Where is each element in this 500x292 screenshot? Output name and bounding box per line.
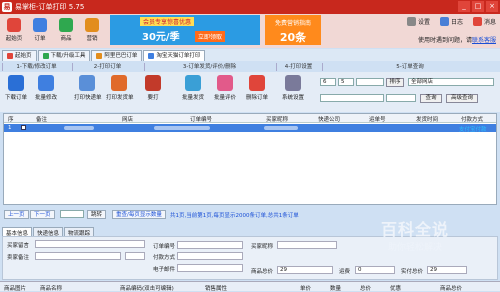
- filter-select-3[interactable]: [356, 78, 384, 86]
- orders-icon: [33, 18, 47, 32]
- batch-review-button[interactable]: 批量评价: [212, 75, 238, 101]
- log-icon: [439, 17, 449, 26]
- tab-download-tools[interactable]: 下载/升级工具: [37, 50, 91, 61]
- app-logo-icon: 易: [2, 2, 12, 12]
- col-index: 序: [8, 117, 14, 123]
- advanced-query-button[interactable]: 高级查询: [446, 94, 478, 103]
- col-order-no: 订单编号: [190, 117, 213, 123]
- claim-button[interactable]: 立即领取: [195, 31, 226, 42]
- promo-banner-coupon[interactable]: 会员专享惊喜优惠 30元/季 立即领取: [110, 15, 260, 45]
- jump-button[interactable]: 跳转: [87, 210, 107, 219]
- row-pay-method: 支付宝付款: [459, 127, 487, 133]
- watermark: 百科全说 助你轻松解决: [380, 220, 449, 253]
- print-express-button[interactable]: 打印快递单: [74, 75, 102, 101]
- edit-icon: [38, 75, 54, 91]
- col-shop: 网店: [122, 117, 134, 123]
- col-ship-time: 发货时间: [416, 117, 439, 123]
- to-print-button[interactable]: 要打: [140, 75, 166, 101]
- batch-ship-button[interactable]: 批量发货: [180, 75, 206, 101]
- pay-method-field[interactable]: [177, 252, 243, 260]
- home-icon: [7, 18, 21, 32]
- col-pay: 付款方式: [461, 117, 484, 123]
- settings-button[interactable]: 设置: [406, 17, 430, 26]
- tab-bar: 起始页 下载/升级工具 阿里巴巴订单 淘宝天猫订单打印: [0, 49, 500, 61]
- download-icon: [8, 75, 24, 91]
- heart-icon: [217, 75, 233, 91]
- filter-select-2[interactable]: 5: [338, 78, 354, 86]
- promo-banner-guide[interactable]: 免费营销指南 20条: [265, 15, 321, 45]
- page-input[interactable]: [60, 210, 84, 218]
- row-checkbox[interactable]: [21, 125, 26, 130]
- tab-home[interactable]: 起始页: [2, 50, 37, 61]
- contact-support-link[interactable]: 联系客服: [472, 37, 496, 44]
- col-buyer: 买家昵称: [266, 117, 289, 123]
- trash-icon: [249, 75, 265, 91]
- col-waybill: 运单号: [369, 117, 386, 123]
- group-print-settings: 4-打印设置: [276, 63, 320, 71]
- print-invoice-button[interactable]: 打印发货单: [106, 75, 134, 101]
- goods-total-field[interactable]: 29: [277, 266, 333, 274]
- show-all-button[interactable]: 重查/每页显示数量: [112, 210, 166, 219]
- delete-orders-button[interactable]: 删除订单: [244, 75, 270, 101]
- seller-note-field[interactable]: [35, 252, 121, 260]
- sort-button[interactable]: 排序: [386, 78, 404, 87]
- grid-header: 序 备注 网店 订单编号 买家昵称 快递公司 运单号 发货时间 付款方式: [4, 114, 496, 123]
- system-settings-button[interactable]: 系统设置: [280, 75, 306, 101]
- minimize-button[interactable]: _: [458, 1, 470, 12]
- message-icon: [472, 17, 482, 26]
- products-button[interactable]: 商品: [54, 16, 78, 46]
- help-line: 使用时遇到问题，请联系客服: [417, 37, 496, 44]
- marketing-icon: [85, 18, 99, 32]
- marketing-button[interactable]: 营销: [80, 16, 104, 46]
- gear-icon: [285, 75, 301, 91]
- buyer-nick-field[interactable]: [277, 241, 337, 249]
- group-download: 1-下载/修改订单: [2, 63, 70, 71]
- download-icon: [42, 53, 49, 59]
- title-bar: 易 易掌柜-订单打印 5.75 _ □ ×: [0, 0, 500, 14]
- tab-alibaba-orders[interactable]: 阿里巴巴订单: [91, 50, 143, 61]
- email-field[interactable]: [177, 264, 243, 272]
- printer-icon: [148, 53, 155, 59]
- page-info: 共1页,当前第1页,每页显示2000条订单,总共1条订单: [170, 213, 299, 219]
- invoice-icon: [111, 75, 127, 91]
- batch-edit-button[interactable]: 批量修改: [33, 75, 59, 101]
- filter-select-1[interactable]: 6: [320, 78, 336, 86]
- orders-button[interactable]: 订单: [28, 16, 52, 46]
- shop-select[interactable]: 全部网店: [408, 78, 494, 86]
- table-row[interactable]: 1 支付宝付款: [4, 124, 496, 133]
- gear-icon: [406, 17, 416, 26]
- buyer-message-field[interactable]: [35, 240, 145, 248]
- truck-icon: [185, 75, 201, 91]
- download-orders-button[interactable]: 下载订单: [3, 75, 29, 101]
- close-button[interactable]: ×: [486, 1, 498, 12]
- flag-select[interactable]: [125, 252, 145, 260]
- log-button[interactable]: 日志: [439, 17, 463, 26]
- home-button[interactable]: 起始页: [2, 16, 26, 46]
- group-print: 2-打印订单: [72, 63, 142, 71]
- goods-table-header: 商品图片 商品名称 商品编码(双击可编辑) 销售属性 单价 数量 总价 优惠 商…: [0, 281, 500, 292]
- col-express: 快递公司: [318, 117, 341, 123]
- orders-grid: 序 备注 网店 订单编号 买家昵称 快递公司 运单号 发货时间 付款方式 1 支…: [3, 113, 497, 205]
- search-input[interactable]: [386, 94, 416, 102]
- group-ship: 3-订单发货/评价/删除: [144, 63, 274, 71]
- window-title: 易掌柜-订单打印 5.75: [15, 3, 85, 11]
- col-note: 备注: [36, 117, 48, 123]
- group-query: 5-订单查询: [322, 63, 497, 71]
- paid-total-field[interactable]: 29: [427, 266, 467, 274]
- order-number-field[interactable]: [177, 241, 243, 249]
- next-page-button[interactable]: 下一页: [30, 210, 55, 219]
- maximize-button[interactable]: □: [472, 1, 484, 12]
- home-icon: [7, 53, 13, 59]
- search-keyword-select[interactable]: [320, 94, 384, 102]
- print-queue-icon: [145, 75, 161, 91]
- tab-taobao-print[interactable]: 淘宝天猫订单打印: [143, 50, 206, 61]
- order-toolbar: 下载订单 批量修改 打印快递单 打印发货单 要打 批量发货 批量评价 删除订单 …: [0, 72, 500, 112]
- query-button[interactable]: 查询: [420, 94, 442, 103]
- messages-button[interactable]: 消息: [472, 17, 496, 26]
- alibaba-icon: [96, 53, 103, 59]
- products-icon: [59, 18, 73, 32]
- printer-icon: [79, 75, 95, 91]
- shipping-field[interactable]: 0: [355, 266, 395, 274]
- prev-page-button[interactable]: 上一页: [4, 210, 29, 219]
